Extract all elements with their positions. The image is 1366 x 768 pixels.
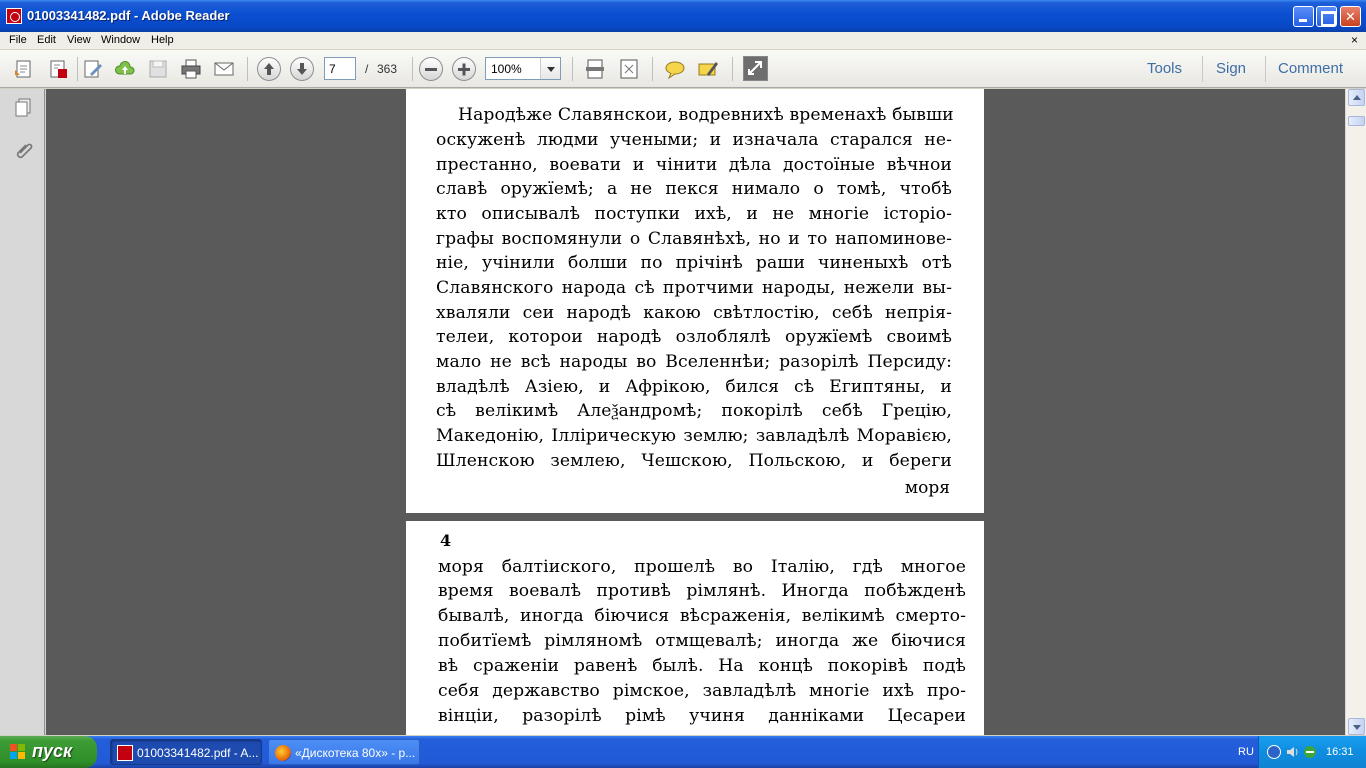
text-line: хваляли сеи народѣ какою свѣтлостію, себ…: [436, 303, 952, 323]
zoom-out-button[interactable]: [419, 57, 443, 81]
attachments-paperclip-icon[interactable]: [12, 140, 34, 162]
text-line: время воевалѣ противѣ рімлянѣ. Иногда по…: [438, 581, 966, 601]
text-line: сѣ велікимѣ Алеѯандромѣ; покорілѣ себѣ Г…: [436, 401, 952, 421]
text-line: Шленскою землею, Чешскою, Польскою, и бе…: [436, 451, 952, 471]
highlight-pen-icon[interactable]: [697, 58, 719, 80]
scroll-down-button[interactable]: [1348, 718, 1365, 735]
text-line: графы воспомянули о Славянѣхѣ, но и то н…: [436, 229, 952, 249]
page-separator: /: [365, 62, 369, 76]
menu-view[interactable]: View: [67, 34, 91, 46]
antivirus-icon[interactable]: [1303, 745, 1317, 759]
menu-edit[interactable]: Edit: [37, 34, 56, 46]
pdf-page: Народѣже Славянскои, водревнихѣ временах…: [406, 89, 984, 513]
task-firefox[interactable]: «Дискотека 80х» - р...: [268, 739, 420, 765]
menu-window[interactable]: Window: [101, 34, 140, 46]
text-line: престанно, воевати и чінити дѣла достоїн…: [436, 155, 952, 175]
email-icon[interactable]: [213, 58, 235, 80]
task-adobe-reader[interactable]: 01003341482.pdf - A...: [110, 739, 262, 765]
document-close-icon[interactable]: ×: [1351, 33, 1358, 47]
task-label: 01003341482.pdf - A...: [137, 746, 259, 760]
next-page-button[interactable]: [290, 57, 314, 81]
volume-icon[interactable]: [1285, 745, 1299, 759]
text-line: себя державство рімское, завладѣлѣ многі…: [438, 681, 966, 701]
task-label: «Дискотека 80х» - р...: [295, 746, 416, 760]
current-page-input[interactable]: [324, 57, 356, 80]
menu-bar: File Edit View Window Help ×: [0, 32, 1366, 50]
text-line: телеи, которои народѣ озлоблялѣ оружїемѣ…: [436, 327, 952, 347]
adobe-reader-icon: [117, 745, 133, 761]
windows-flag-icon: [10, 744, 26, 760]
arrow-up-icon: [264, 63, 274, 75]
page-thumbnails-icon[interactable]: [12, 97, 34, 119]
zoom-in-button[interactable]: [452, 57, 476, 81]
total-pages: 363: [377, 62, 398, 76]
text-line: моря балтіиского, прошелѣ во Італію, гдѣ…: [438, 557, 966, 577]
text-line: вінціи, разорілѣ рімѣ учиня данніками Це…: [438, 706, 966, 726]
arrow-down-icon: [297, 63, 307, 75]
start-button[interactable]: пуск: [0, 736, 97, 768]
navigation-pane: [0, 89, 45, 735]
clock: 16:31: [1326, 746, 1354, 758]
open-file-icon[interactable]: [13, 58, 35, 80]
chevron-down-icon[interactable]: [540, 58, 560, 79]
edit-pdf-icon[interactable]: [82, 58, 104, 80]
language-indicator[interactable]: RU: [1238, 746, 1254, 758]
text-line: славѣ оружїемѣ; а не пекся нимало о томѣ…: [436, 179, 952, 199]
plus-icon: [458, 63, 470, 76]
collapse-tray-icon[interactable]: [1267, 745, 1281, 759]
save-icon[interactable]: [147, 58, 169, 80]
title-bar: 01003341482.pdf - Adobe Reader ✕: [0, 0, 1366, 32]
print-icon[interactable]: [180, 58, 202, 80]
text-line: ніе, учінили болши по прічінѣ раши чинен…: [436, 253, 952, 273]
maximize-button[interactable]: [1316, 6, 1337, 27]
text-line: оскуженѣ людми учеными; и изначала стара…: [436, 130, 952, 150]
page-number: 4: [440, 531, 452, 550]
menu-help[interactable]: Help: [151, 34, 174, 46]
menu-file[interactable]: File: [9, 34, 27, 46]
upload-cloud-icon[interactable]: [114, 58, 136, 80]
zoom-value: 100%: [491, 62, 522, 76]
text-line: Славянского народа сѣ протчими народы, н…: [436, 278, 952, 298]
text-line: владѣлѣ Азіею, и Афрікою, бился сѣ Египт…: [436, 377, 952, 397]
window-title: 01003341482.pdf - Adobe Reader: [27, 8, 230, 23]
sign-link[interactable]: Sign: [1216, 60, 1246, 77]
comment-bubble-icon[interactable]: [664, 58, 686, 80]
text-line: Народѣже Славянскои, водревнихѣ временах…: [458, 105, 954, 125]
text-line: кто описывалѣ поступки ихѣ, и не многіе …: [436, 204, 952, 224]
catchword: моря: [904, 478, 950, 498]
taskbar: пуск 01003341482.pdf - A... «Дискотека 8…: [0, 736, 1366, 768]
text-line: побитїемѣ рімляномѣ отмщевалѣ; иногда же…: [438, 631, 966, 651]
close-button[interactable]: ✕: [1340, 6, 1361, 27]
comment-link[interactable]: Comment: [1278, 60, 1343, 77]
text-line: мало не всѣ народы во Вселеннѣи; разоріл…: [436, 352, 952, 372]
system-tray: 16:31: [1258, 736, 1366, 768]
text-line: Македонію, Іллірическую землю; завладѣлѣ…: [436, 426, 952, 446]
document-view[interactable]: Народѣже Славянскои, водревнихѣ временах…: [46, 89, 1345, 735]
minus-icon: [425, 68, 437, 71]
vertical-scrollbar[interactable]: [1345, 89, 1366, 735]
text-line: бывалѣ, иногда біючися вѣсраженія, велік…: [438, 606, 966, 626]
minimize-button[interactable]: [1293, 6, 1314, 27]
fit-width-icon[interactable]: [584, 58, 606, 80]
scroll-up-button[interactable]: [1348, 89, 1365, 106]
zoom-select[interactable]: 100%: [485, 57, 561, 80]
fit-page-icon[interactable]: [618, 58, 640, 80]
firefox-icon: [275, 745, 291, 761]
tools-link[interactable]: Tools: [1147, 60, 1182, 77]
create-pdf-icon[interactable]: [47, 58, 69, 80]
scroll-thumb[interactable]: [1348, 116, 1365, 126]
previous-page-button[interactable]: [257, 57, 281, 81]
pdf-page: 4 моря балтіиского, прошелѣ во Італію, г…: [406, 521, 984, 735]
adobe-reader-icon: [6, 8, 22, 24]
text-line: вѣ сраженіи равенѣ былѣ. На концѣ покорі…: [438, 656, 966, 676]
full-screen-button[interactable]: [743, 56, 768, 81]
start-label: пуск: [32, 741, 73, 761]
expand-icon: [748, 61, 762, 75]
